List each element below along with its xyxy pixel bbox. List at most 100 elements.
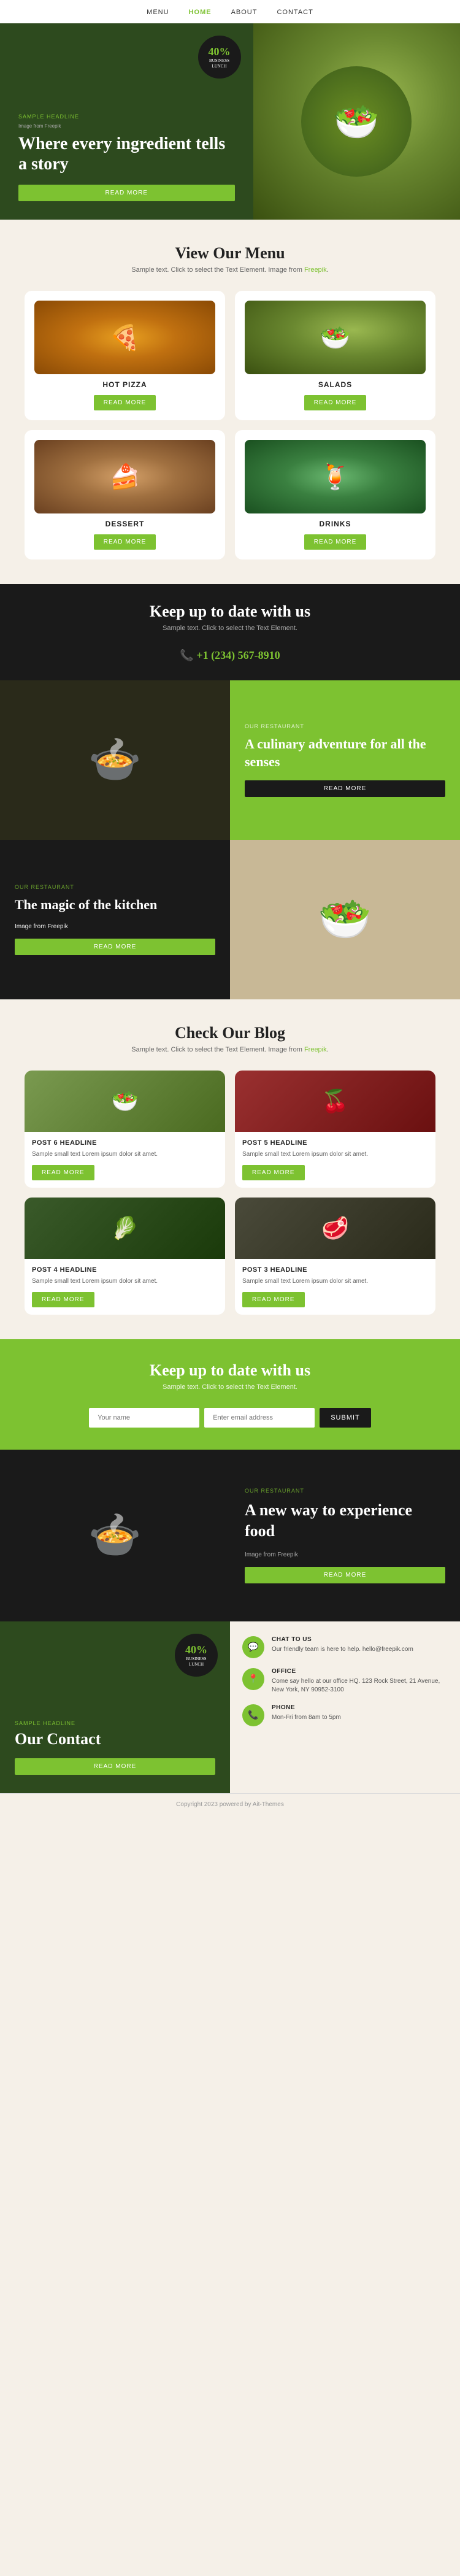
drinks-title: DRINKS <box>245 520 426 528</box>
blog6-read-more[interactable]: READ MORE <box>32 1165 94 1180</box>
newsletter-submit-button[interactable]: SUBMIT <box>320 1408 371 1428</box>
menu-grid: 🍕 HOT PIZZA READ MORE 🥗 SALADS READ MORE… <box>25 291 435 559</box>
blog5-text: Sample small text Lorem ipsum dolor sit … <box>242 1150 428 1159</box>
culinary-food-image: 🍲 <box>0 680 230 840</box>
magic-sublabel: Image from Freepik <box>15 923 215 930</box>
contact-read-more[interactable]: READ MORE <box>15 1758 215 1775</box>
newsletter-form: SUBMIT <box>25 1408 435 1428</box>
pizza-image: 🍕 <box>34 301 215 374</box>
footer-text: Copyright 2023 powered by Ait-Themes <box>176 1801 284 1808</box>
phone-text: Mon-Fri from 8am to 5pm <box>272 1713 341 1722</box>
nav-contact[interactable]: CONTACT <box>277 9 313 16</box>
new-way-content: OUR RESTAURANT A new way to experience f… <box>230 1450 460 1621</box>
blog3-text: Sample small text Lorem ipsum dolor sit … <box>242 1277 428 1286</box>
banner-phone: 📞 +1 (234) 567-8910 <box>25 649 435 662</box>
magic-content: OUR RESTAURANT The magic of the kitchen … <box>0 840 230 999</box>
nav-home[interactable]: HOME <box>189 9 212 16</box>
chat-icon: 💬 <box>242 1636 264 1658</box>
pizza-read-more[interactable]: READ MORE <box>94 395 156 410</box>
hero-sublabel: Image from Freepik <box>18 123 235 129</box>
blog-post-6: 🥗 POST 6 HEADLINE Sample small text Lore… <box>25 1071 225 1188</box>
phone-title: PHONE <box>272 1704 341 1711</box>
hero-section: 40% BUSINESSLUNCH SAMPLE HEADLINE Image … <box>0 23 460 220</box>
blog3-headline: POST 3 HEADLINE <box>242 1266 428 1274</box>
blog-post-4: 🥬 POST 4 HEADLINE Sample small text Lore… <box>25 1198 225 1315</box>
new-way-read-more[interactable]: READ MORE <box>245 1567 445 1583</box>
blog4-text: Sample small text Lorem ipsum dolor sit … <box>32 1277 218 1286</box>
dessert-image: 🍰 <box>34 440 215 513</box>
new-way-section: 🍲 OUR RESTAURANT A new way to experience… <box>0 1450 460 1621</box>
freepik-link-blog[interactable]: Freepik <box>304 1046 327 1053</box>
dessert-read-more[interactable]: READ MORE <box>94 534 156 550</box>
contact-left: 40% BUSINESSLUNCH SAMPLE HEADLINE Our Co… <box>0 1621 230 1793</box>
new-way-image: 🍲 <box>0 1450 230 1621</box>
magic-title: The magic of the kitchen <box>15 896 215 914</box>
new-way-food-icon: 🍲 <box>88 1510 142 1561</box>
newsletter-name-input[interactable] <box>89 1408 199 1428</box>
contact-badge-percent: 40% <box>185 1644 207 1656</box>
menu-card-drinks: 🍹 DRINKS READ MORE <box>235 430 435 559</box>
culinary-content: OUR RESTAURANT A culinary adventure for … <box>230 680 460 840</box>
blog-post-3: 🥩 POST 3 HEADLINE Sample small text Lore… <box>235 1198 435 1315</box>
blog5-body: POST 5 HEADLINE Sample small text Lorem … <box>235 1132 435 1188</box>
culinary-read-more[interactable]: READ MORE <box>245 780 445 797</box>
blog6-image: 🥗 <box>25 1071 225 1132</box>
contact-page-section: 40% BUSINESSLUNCH SAMPLE HEADLINE Our Co… <box>0 1621 460 1793</box>
contact-banner: Keep up to date with us Sample text. Cli… <box>0 584 460 680</box>
new-way-sublabel: Image from Freepik <box>245 1551 445 1558</box>
newsletter-section: Keep up to date with us Sample text. Cli… <box>0 1339 460 1450</box>
contact-chat-info: CHAT TO US Our friendly team is here to … <box>272 1636 413 1654</box>
contact-hero-label: SAMPLE HEADLINE <box>15 1720 215 1726</box>
location-icon: 📍 <box>242 1668 264 1690</box>
contact-badge-label: BUSINESSLUNCH <box>186 1656 206 1667</box>
blog-post-5: 🍒 POST 5 HEADLINE Sample small text Lore… <box>235 1071 435 1188</box>
menu-card-pizza: 🍕 HOT PIZZA READ MORE <box>25 291 225 420</box>
magic-read-more[interactable]: READ MORE <box>15 939 215 955</box>
new-way-restaurant-label: OUR RESTAURANT <box>245 1488 445 1494</box>
blog6-headline: POST 6 HEADLINE <box>32 1139 218 1147</box>
drinks-read-more[interactable]: READ MORE <box>304 534 367 550</box>
hero-food-circle: 🥗 <box>301 66 412 177</box>
blog3-read-more[interactable]: READ MORE <box>242 1292 305 1307</box>
footer: Copyright 2023 powered by Ait-Themes <box>0 1793 460 1815</box>
pizza-title: HOT PIZZA <box>34 380 215 389</box>
blog5-read-more[interactable]: READ MORE <box>242 1165 305 1180</box>
blog4-read-more[interactable]: READ MORE <box>32 1292 94 1307</box>
culinary-image: 🍲 <box>0 680 230 840</box>
freepik-link-menu[interactable]: Freepik <box>304 266 327 274</box>
office-title: OFFICE <box>272 1668 448 1675</box>
hero-left: 40% BUSINESSLUNCH SAMPLE HEADLINE Image … <box>0 23 253 220</box>
hero-image: 🥗 <box>253 23 460 220</box>
hero-label: SAMPLE HEADLINE <box>18 113 235 120</box>
blog-grid: 🥗 POST 6 HEADLINE Sample small text Lore… <box>25 1071 435 1315</box>
blog6-body: POST 6 HEADLINE Sample small text Lorem … <box>25 1132 225 1188</box>
contact-office-item: 📍 OFFICE Come say hello at our office HQ… <box>242 1668 448 1694</box>
salads-read-more[interactable]: READ MORE <box>304 395 367 410</box>
culinary-section: 🍲 OUR RESTAURANT A culinary adventure fo… <box>0 680 460 840</box>
nav-menu[interactable]: MENU <box>147 9 169 16</box>
salads-image: 🥗 <box>245 301 426 374</box>
menu-title: View Our Menu <box>25 244 435 263</box>
contact-badge: 40% BUSINESSLUNCH <box>175 1634 218 1677</box>
nav-about[interactable]: ABOUT <box>231 9 258 16</box>
chat-text: Our friendly team is here to help. hello… <box>272 1645 413 1654</box>
contact-title: Our Contact <box>15 1730 215 1748</box>
dessert-title: DESSERT <box>34 520 215 528</box>
blog3-body: POST 3 HEADLINE Sample small text Lorem … <box>235 1259 435 1315</box>
menu-subtitle: Sample text. Click to select the Text El… <box>25 266 435 274</box>
hero-read-more-button[interactable]: READ MORE <box>18 185 235 201</box>
office-text: Come say hello at our office HQ. 123 Roc… <box>272 1677 448 1694</box>
menu-card-dessert: 🍰 DESSERT READ MORE <box>25 430 225 559</box>
magic-image: 🥗 <box>230 840 460 999</box>
contact-right: 💬 CHAT TO US Our friendly team is here t… <box>230 1621 460 1793</box>
culinary-restaurant-label: OUR RESTAURANT <box>245 723 445 729</box>
blog6-text: Sample small text Lorem ipsum dolor sit … <box>32 1150 218 1159</box>
magic-restaurant-label: OUR RESTAURANT <box>15 884 215 890</box>
hero-title: Where every ingredient tells a story <box>18 134 235 175</box>
magic-section: OUR RESTAURANT The magic of the kitchen … <box>0 840 460 999</box>
banner-subtitle: Sample text. Click to select the Text El… <box>25 625 435 632</box>
blog5-headline: POST 5 HEADLINE <box>242 1139 428 1147</box>
banner-title: Keep up to date with us <box>25 602 435 621</box>
phone-icon: 📞 <box>242 1704 264 1726</box>
newsletter-email-input[interactable] <box>204 1408 315 1428</box>
